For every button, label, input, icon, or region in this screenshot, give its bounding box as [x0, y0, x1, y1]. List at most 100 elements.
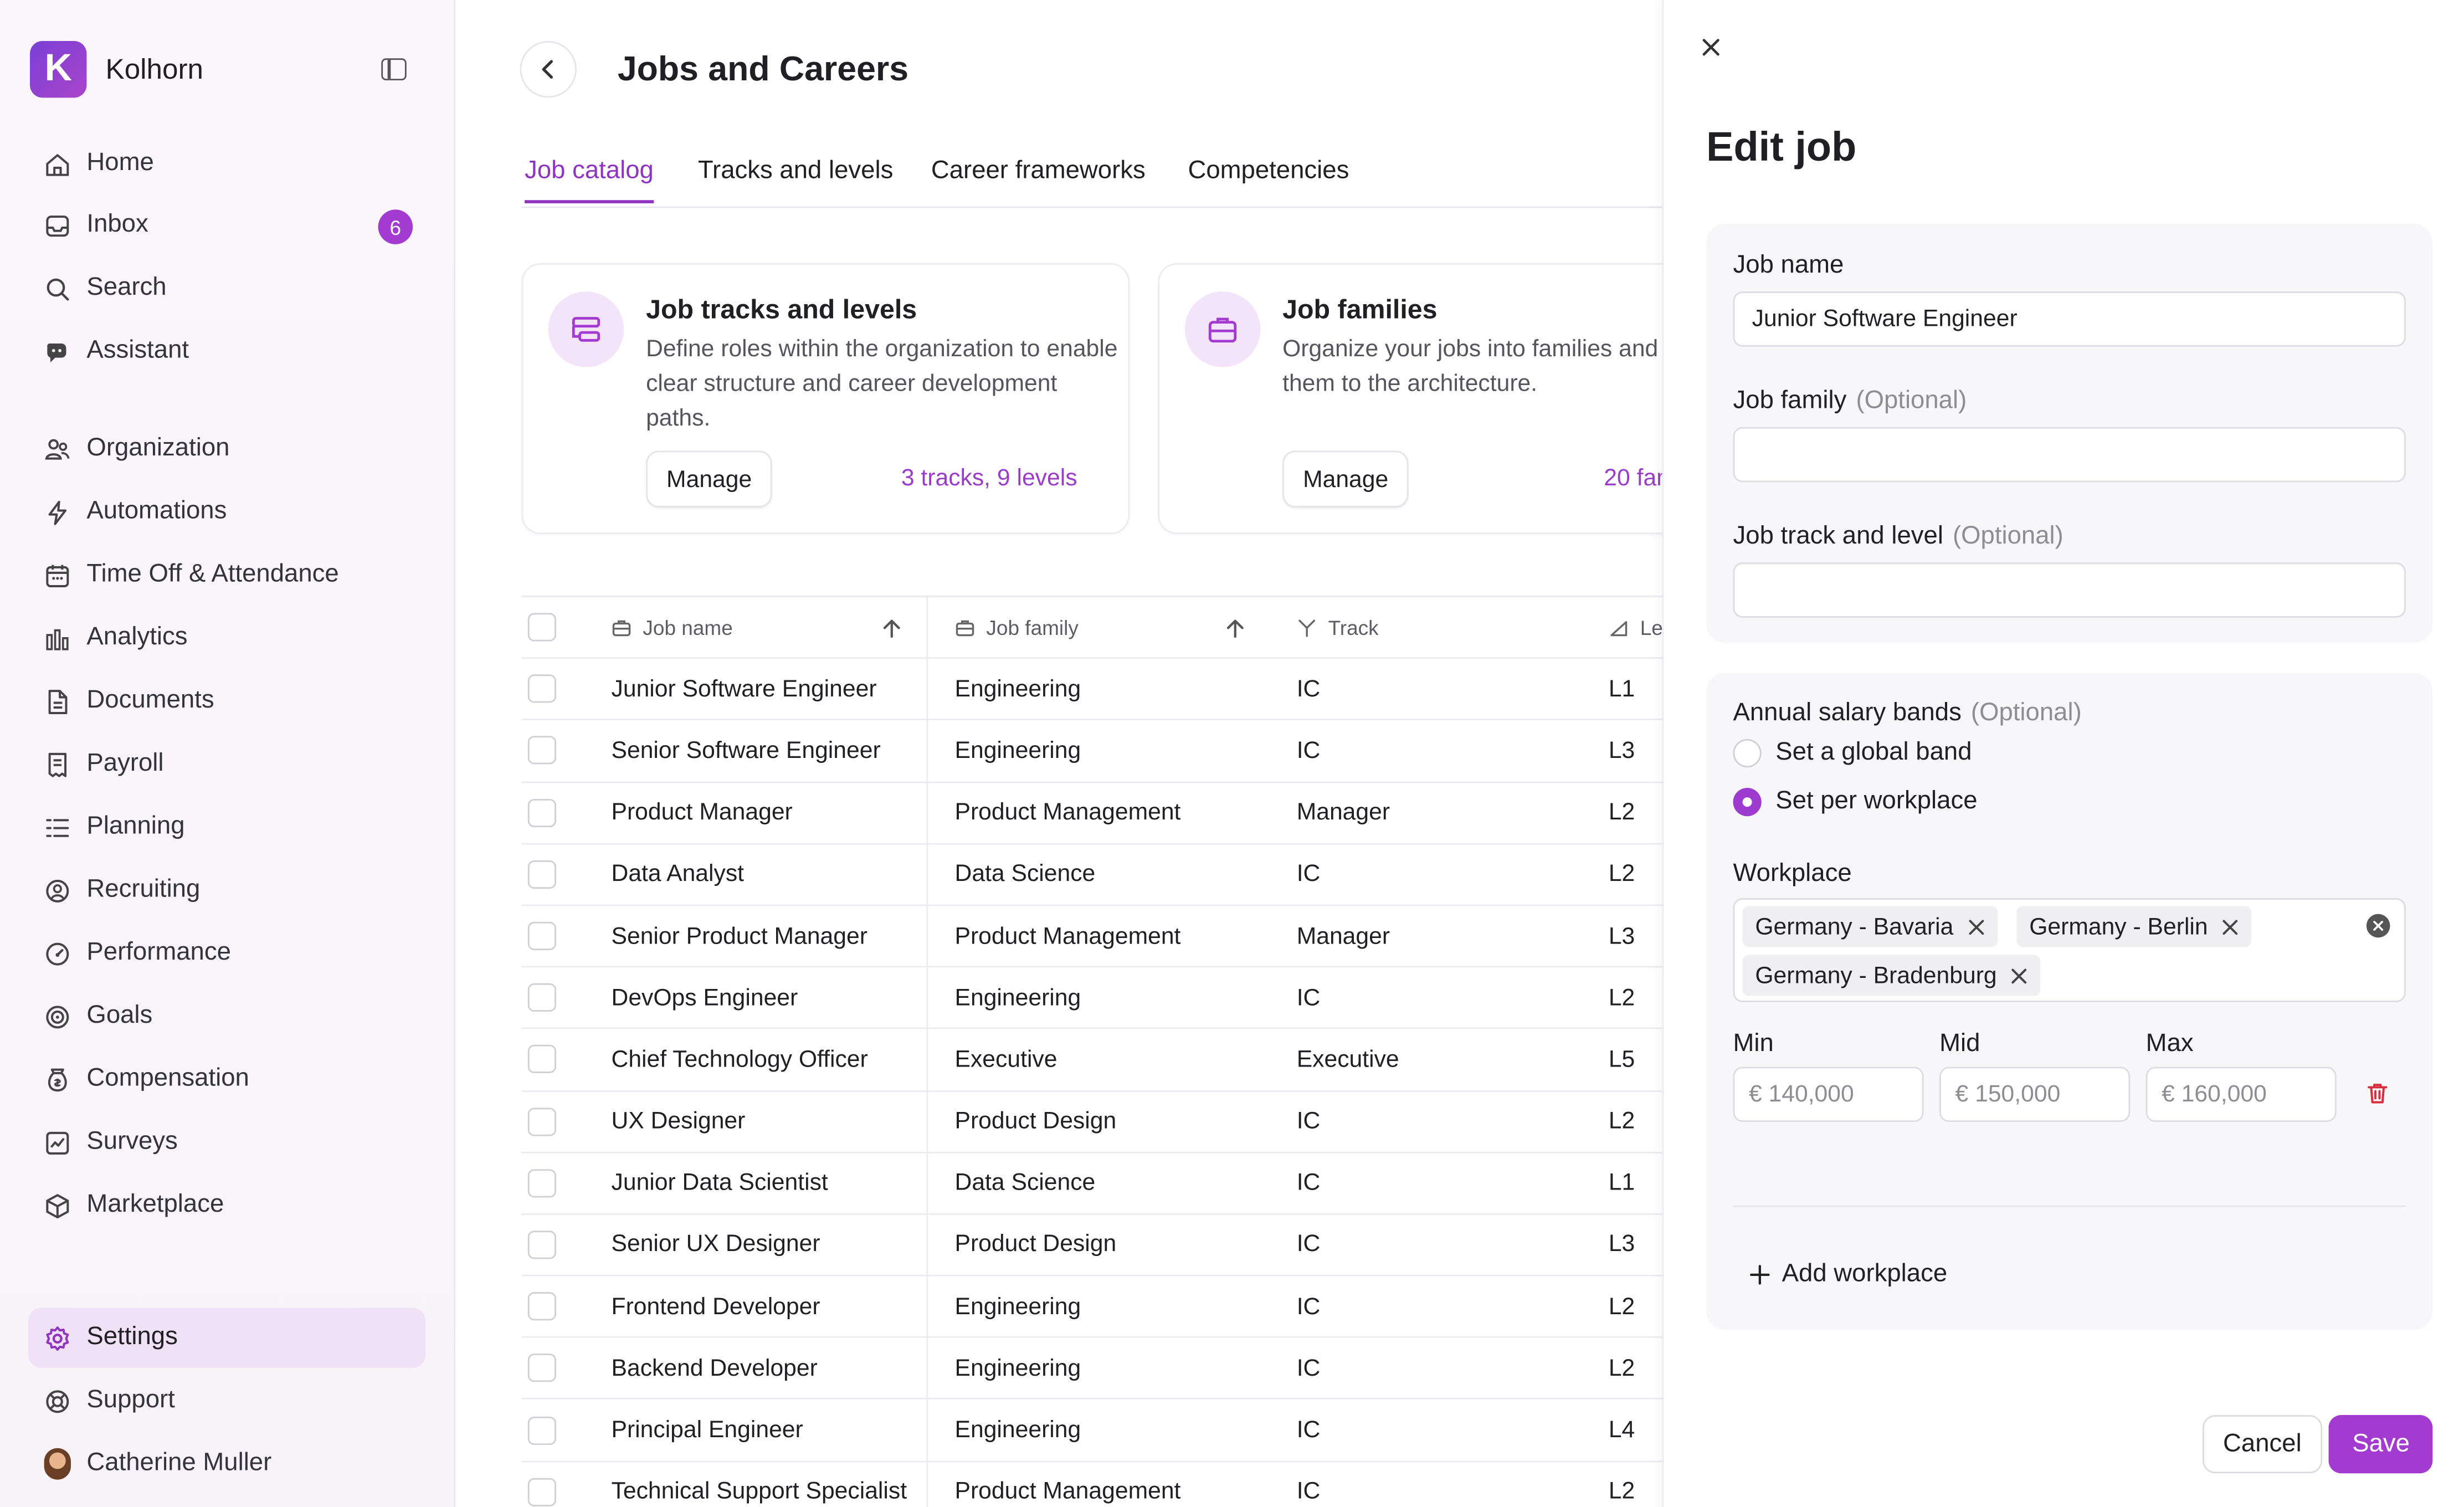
level-cell: L3: [1608, 922, 1635, 950]
column-divider: [926, 1400, 928, 1460]
sidebar-item-home[interactable]: Home: [28, 134, 425, 194]
sidebar-item-analytics[interactable]: Analytics: [28, 608, 425, 668]
cancel-button[interactable]: Cancel: [2203, 1415, 2322, 1474]
column-header-track[interactable]: Track: [1297, 597, 1379, 658]
families-link[interactable]: 20 families: [1604, 465, 1662, 491]
sidebar-toggle-icon[interactable]: [381, 58, 407, 81]
row-checkbox[interactable]: [527, 1277, 556, 1337]
row-checkbox[interactable]: [527, 844, 556, 905]
column-header-job-family[interactable]: Job family: [955, 597, 1079, 658]
sidebar-item-time-off-attendance[interactable]: Time Off & Attendance: [28, 545, 425, 605]
table-row[interactable]: Data Analyst Data Science IC L2: [521, 844, 1662, 906]
column-header-job-name[interactable]: Job name: [612, 597, 733, 658]
radio-per-workplace[interactable]: Set per workplace: [1733, 788, 1978, 817]
table-row[interactable]: DevOps Engineer Engineering IC L2: [521, 967, 1662, 1030]
job-name-cell: Frontend Developer: [611, 1293, 820, 1320]
sidebar-item-catherine-muller[interactable]: Catherine Muller: [28, 1434, 425, 1494]
tab-career-frameworks[interactable]: Career frameworks: [931, 157, 1146, 200]
job-track-input[interactable]: [1733, 562, 2406, 618]
table-row[interactable]: Principal Engineer Engineering IC L4: [521, 1400, 1662, 1462]
close-icon[interactable]: [1698, 35, 1724, 60]
row-checkbox[interactable]: [527, 1214, 556, 1275]
sidebar-item-automations[interactable]: Automations: [28, 482, 425, 542]
row-checkbox[interactable]: [527, 1338, 556, 1398]
sidebar-item-inbox[interactable]: Inbox 6: [28, 196, 425, 255]
table-row[interactable]: Backend Developer Engineering IC L2: [521, 1338, 1662, 1400]
job-family-input[interactable]: [1733, 427, 2406, 483]
sidebar-item-support[interactable]: Support: [28, 1371, 425, 1431]
manage-tracks-button[interactable]: Manage: [646, 450, 773, 508]
sort-asc-icon[interactable]: [881, 618, 903, 640]
table-row[interactable]: Frontend Developer Engineering IC L2: [521, 1276, 1662, 1339]
row-checkbox[interactable]: [527, 906, 556, 966]
tab-tracks-and-levels[interactable]: Tracks and levels: [698, 157, 893, 200]
table-row[interactable]: Technical Support Specialist Product Mana…: [521, 1462, 1662, 1507]
sidebar-item-assistant[interactable]: Assistant: [28, 321, 425, 381]
remove-chip-icon[interactable]: [2222, 918, 2239, 935]
sidebar-item-marketplace[interactable]: Marketplace: [28, 1176, 425, 1236]
briefcase-icon: [612, 617, 632, 638]
tab-job-catalog[interactable]: Job catalog: [525, 157, 654, 203]
add-workplace-label: Add workplace: [1782, 1260, 1948, 1288]
row-checkbox[interactable]: [527, 1462, 556, 1507]
track-cell: IC: [1296, 860, 1321, 888]
save-button[interactable]: Save: [2328, 1415, 2434, 1474]
table-row[interactable]: Chief Technology Officer Executive Executi…: [521, 1029, 1662, 1091]
sidebar-item-planning[interactable]: Planning: [28, 797, 425, 857]
row-checkbox[interactable]: [527, 1029, 556, 1090]
mid-label: Mid: [1939, 1031, 1980, 1058]
table-row[interactable]: UX Designer Product Design IC L2: [521, 1091, 1662, 1153]
sidebar-item-settings[interactable]: Settings: [28, 1308, 425, 1368]
min-salary-input[interactable]: € 140,000: [1733, 1067, 1924, 1122]
row-checkbox[interactable]: [527, 1400, 556, 1460]
trash-icon[interactable]: [2365, 1081, 2390, 1106]
row-checkbox[interactable]: [527, 659, 556, 719]
table-row[interactable]: Senior Software Engineer Engineering IC L3: [521, 720, 1662, 783]
table-row[interactable]: Junior Software Engineer Engineering IC L1: [521, 659, 1662, 721]
remove-chip-icon[interactable]: [1968, 918, 1985, 935]
tab-competencies[interactable]: Competencies: [1188, 157, 1349, 200]
radio-button[interactable]: [1733, 739, 1762, 768]
survey-icon: [44, 1129, 71, 1156]
column-divider: [926, 1338, 928, 1398]
row-checkbox[interactable]: [527, 1153, 556, 1213]
column-divider: [926, 1214, 928, 1275]
add-workplace-button[interactable]: Add workplace: [1749, 1260, 1947, 1289]
sort-asc-icon[interactable]: [1224, 618, 1246, 640]
column-header-level[interactable]: Level: [1609, 597, 1662, 658]
level-cell: L4: [1608, 1416, 1635, 1444]
sidebar-item-surveys[interactable]: Surveys: [28, 1113, 425, 1172]
list-icon: [44, 814, 71, 840]
remove-chip-icon[interactable]: [2011, 967, 2028, 984]
mid-salary-input[interactable]: € 150,000: [1939, 1067, 2131, 1122]
sidebar-item-performance[interactable]: Performance: [28, 924, 425, 983]
organization-icon: [44, 435, 71, 462]
sidebar-item-payroll[interactable]: Payroll: [28, 734, 425, 794]
sidebar-item-documents[interactable]: Documents: [28, 672, 425, 731]
row-checkbox[interactable]: [527, 782, 556, 843]
sidebar-item-search[interactable]: Search: [28, 258, 425, 318]
sidebar-item-goals[interactable]: Goals: [28, 986, 425, 1046]
table-row[interactable]: Senior Product Manager Product Management…: [521, 906, 1662, 968]
table-row[interactable]: Product Manager Product Management Manager…: [521, 782, 1662, 844]
select-all-checkbox[interactable]: [527, 597, 556, 658]
back-button[interactable]: [520, 40, 577, 98]
table-row[interactable]: Senior UX Designer Product Design IC L3: [521, 1214, 1662, 1277]
tracks-levels-link[interactable]: 3 tracks, 9 levels: [901, 465, 1077, 491]
clear-all-icon[interactable]: [2366, 914, 2390, 938]
row-checkbox[interactable]: [527, 968, 556, 1028]
manage-families-button[interactable]: Manage: [1282, 450, 1409, 508]
radio-button-selected[interactable]: [1733, 788, 1762, 817]
max-salary-input[interactable]: € 160,000: [2145, 1067, 2337, 1122]
radio-global-band[interactable]: Set a global band: [1733, 739, 1972, 768]
job-name-input[interactable]: Junior Software Engineer: [1733, 291, 2406, 347]
row-checkbox[interactable]: [527, 721, 556, 781]
workplace-multiselect[interactable]: Germany - Bavaria Germany - Berlin Germa…: [1733, 898, 2406, 1002]
sidebar-item-recruiting[interactable]: Recruiting: [28, 860, 425, 920]
row-checkbox[interactable]: [527, 1091, 556, 1152]
job-name-cell: Backend Developer: [611, 1355, 818, 1382]
brand[interactable]: K Kolhorn: [30, 40, 203, 98]
table-row[interactable]: Junior Data Scientist Data Science IC L1: [521, 1152, 1662, 1215]
sidebar-item-compensation[interactable]: Compensation: [28, 1049, 425, 1109]
sidebar-item-organization[interactable]: Organization: [28, 419, 425, 479]
